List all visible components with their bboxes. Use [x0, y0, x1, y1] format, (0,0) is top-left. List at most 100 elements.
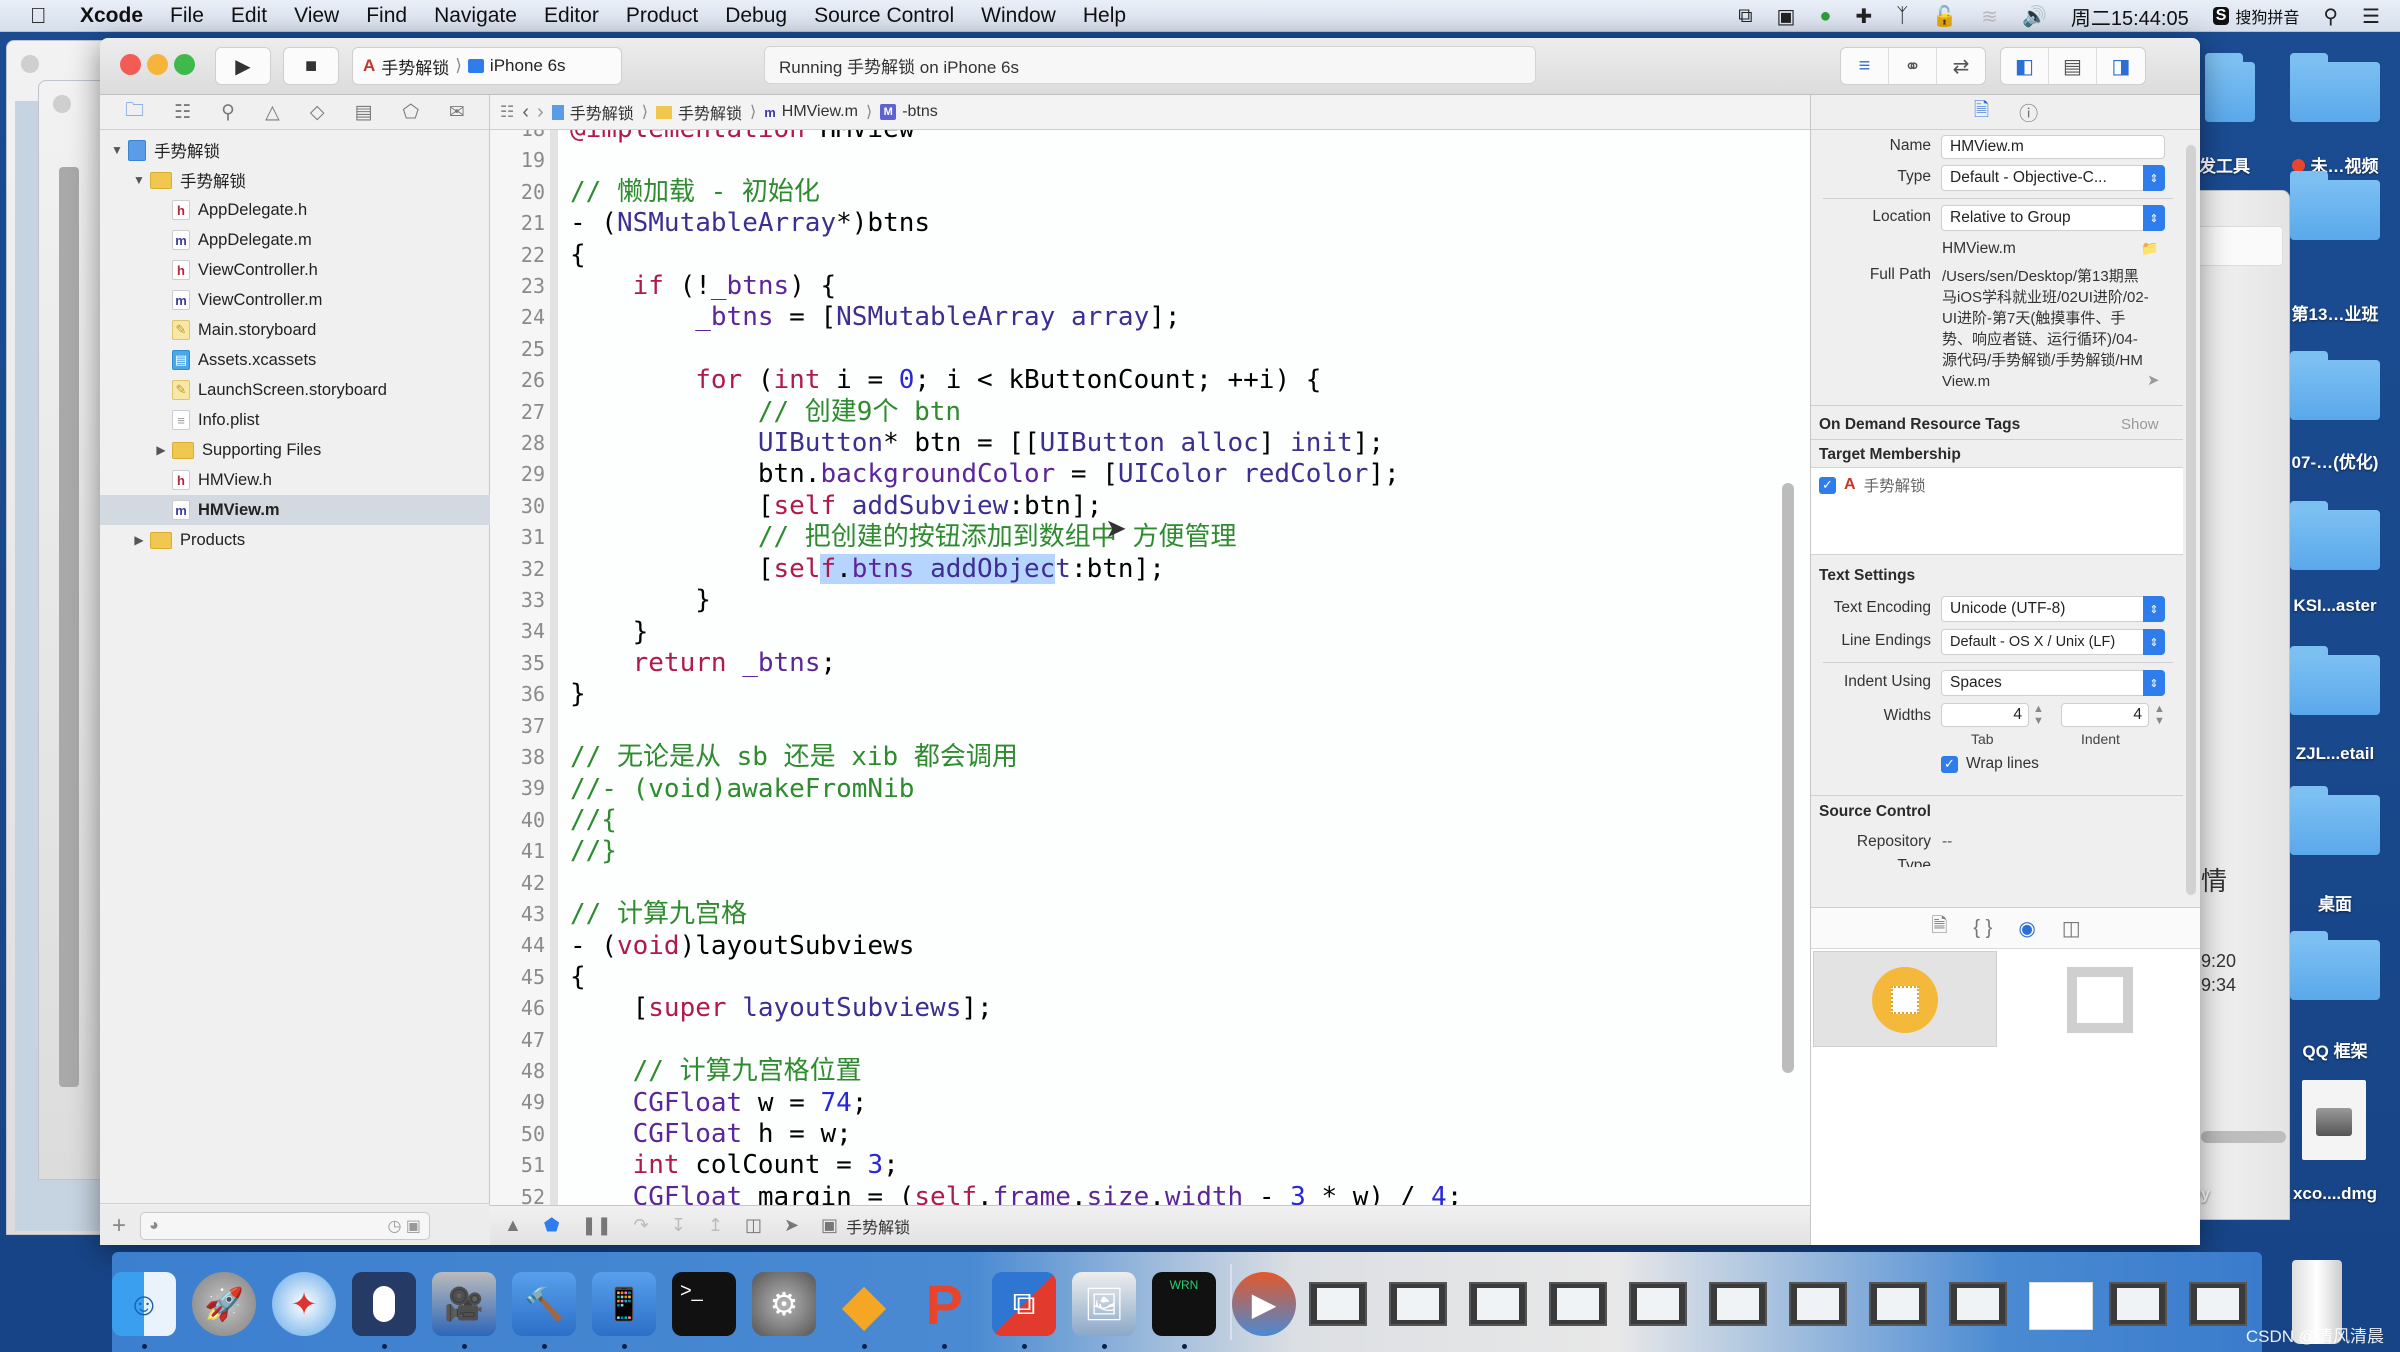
tab-width-field[interactable]: 4 — [1941, 703, 2029, 727]
report-navigator-icon[interactable]: ✉ — [449, 101, 465, 124]
library-item-view[interactable] — [2001, 951, 2185, 1047]
desktop-folder-icon[interactable] — [2290, 171, 2380, 240]
desktop-folder-icon[interactable] — [2290, 53, 2380, 122]
dmg-file-icon[interactable] — [2302, 1080, 2366, 1160]
window-scrollbar[interactable] — [2201, 1131, 2286, 1143]
desktop-folder-icon[interactable] — [2205, 53, 2255, 122]
disclosure-collapsed-icon[interactable]: ▶ — [132, 533, 146, 547]
code-line[interactable]: //} — [570, 836, 1462, 867]
dock-console-icon[interactable]: WRN — [1152, 1272, 1216, 1336]
dock-terminal-icon[interactable]: >_ — [672, 1272, 736, 1336]
dock-preview-icon[interactable]: 🖼 — [1072, 1272, 1136, 1336]
code-line[interactable]: _btns = [NSMutableArray array]; — [570, 302, 1462, 333]
desktop-folder-icon[interactable] — [2290, 501, 2380, 570]
navigator-toggle-icon[interactable]: ◧ — [2001, 48, 2049, 84]
reveal-folder-icon[interactable]: 📁 — [2141, 240, 2158, 257]
code-line[interactable]: - (NSMutableArray*)btns — [570, 208, 1462, 239]
file-inspector-icon[interactable]: 🗎 — [1974, 96, 1989, 128]
screen-mirror-icon[interactable]: ⧉ — [1738, 5, 1752, 28]
menu-window[interactable]: Window — [981, 4, 1056, 28]
navigator-item[interactable]: ▤ Assets.xcassets — [100, 345, 490, 375]
navigator-filter-input[interactable]: ◕ ◷ ▣ — [140, 1211, 431, 1240]
find-navigator-icon[interactable]: ⚲ — [221, 101, 235, 124]
breadcrumb-project[interactable]: 手势解锁 — [551, 100, 634, 124]
dock-minimized-window[interactable] — [2109, 1282, 2167, 1326]
pause-icon[interactable]: ❚❚ — [581, 1215, 611, 1236]
dock-minimized-window[interactable] — [2189, 1282, 2247, 1326]
menu-navigate[interactable]: Navigate — [434, 4, 517, 28]
code-line[interactable]: } — [570, 679, 1462, 710]
dock-minimized-window[interactable] — [1389, 1282, 1447, 1326]
code-line[interactable]: CGFloat h = w; — [570, 1119, 1462, 1150]
bluetooth-icon[interactable]: ᛉ — [1896, 5, 1908, 28]
notification-center-icon[interactable]: ☰ — [2362, 4, 2380, 29]
breadcrumb-group[interactable]: 手势解锁 — [655, 100, 742, 124]
code-line[interactable]: btn.backgroundColor = [UIColor redColor]… — [570, 459, 1462, 490]
navigator-item[interactable]: ▶ Products — [100, 525, 490, 555]
run-button[interactable]: ▶ — [215, 47, 271, 85]
step-over-icon[interactable]: ↷ — [634, 1215, 649, 1236]
disclosure-expanded-icon[interactable]: ▼ — [132, 173, 146, 187]
code-line[interactable]: UIButton* btn = [[UIButton alloc] init]; — [570, 428, 1462, 459]
version-editor-icon[interactable]: ⇄ — [1937, 48, 1985, 84]
menu-help[interactable]: Help — [1083, 4, 1126, 28]
object-library-icon[interactable]: ◉ — [2018, 916, 2035, 941]
menu-editor[interactable]: Editor — [544, 4, 599, 28]
file-template-library-icon[interactable]: 🗎 — [1931, 911, 1947, 945]
code-line[interactable]: // 把创建的按钮添加到数组中 方便管理 — [570, 522, 1462, 553]
inspector-scrollbar[interactable] — [2186, 145, 2196, 895]
menu-product[interactable]: Product — [626, 4, 698, 28]
breakpoint-navigator-icon[interactable]: ⬠ — [402, 101, 419, 124]
code-folding-ribbon[interactable] — [550, 130, 558, 1238]
navigator-item[interactable]: ≡ Info.plist — [100, 405, 490, 435]
code-text[interactable]: @implementation HMView // 懒加载 - 初始化- (NS… — [570, 130, 1462, 1213]
code-line[interactable]: //{ — [570, 805, 1462, 836]
breadcrumb-method[interactable]: M -btns — [880, 103, 938, 121]
dock-mouse-app-icon[interactable] — [352, 1272, 416, 1336]
code-line[interactable] — [570, 868, 1462, 899]
navigator-item[interactable]: ▼ 手势解锁 — [100, 135, 490, 165]
quick-help-icon[interactable]: ⓘ — [2019, 99, 2038, 126]
library-item-view-controller[interactable] — [1813, 951, 1997, 1047]
dock-minimized-window[interactable] — [1469, 1282, 1527, 1326]
lock-icon[interactable]: 🔓 — [1932, 4, 1957, 29]
code-line[interactable]: { — [570, 962, 1462, 993]
line-endings-popup[interactable]: Default - OS X / Unix (LF) ⇕ — [1941, 629, 2165, 655]
menu-clock[interactable]: 周二15:44:05 — [2071, 2, 2189, 31]
breakpoints-toggle-icon[interactable]: ⬟ — [544, 1215, 560, 1236]
hide-debug-area-icon[interactable]: ▲ — [504, 1215, 522, 1236]
source-editor[interactable]: 18 19 20 21 22 23 24 25 26 27 28 29 30 31 32 33 34 35 36 37… — [490, 130, 1810, 1238]
code-line[interactable]: if (!_btns) { — [570, 271, 1462, 302]
code-line[interactable]: // 无论是从 sb 还是 xib 都会调用 — [570, 742, 1462, 773]
indent-using-popup[interactable]: Spaces ⇕ — [1941, 670, 2165, 696]
disclosure-expanded-icon[interactable]: ▼ — [110, 143, 124, 157]
code-line[interactable] — [570, 711, 1462, 742]
menu-edit[interactable]: Edit — [231, 4, 267, 28]
add-icon[interactable]: + — [112, 1212, 126, 1240]
desktop-folder-icon[interactable] — [2290, 931, 2380, 1000]
navigator-item[interactable]: m AppDelegate.m — [100, 225, 490, 255]
test-navigator-icon[interactable]: ◇ — [310, 101, 325, 124]
code-line[interactable]: // 创建9个 btn — [570, 397, 1462, 428]
dock-paw-icon[interactable]: P — [912, 1272, 976, 1336]
navigator-item[interactable]: h AppDelegate.h — [100, 195, 490, 225]
step-into-icon[interactable]: ↧ — [671, 1215, 686, 1236]
screen-record-icon[interactable]: ▣ — [1777, 4, 1796, 29]
close-window-button[interactable] — [120, 54, 141, 75]
code-line[interactable]: } — [570, 585, 1462, 616]
dock-minimized-window[interactable] — [1789, 1282, 1847, 1326]
dock-imovie-icon[interactable]: 🎥 — [432, 1272, 496, 1336]
wrap-lines-option[interactable]: ✓ Wrap lines — [1941, 755, 2039, 773]
step-out-icon[interactable]: ↥ — [708, 1215, 723, 1236]
odr-show-button[interactable]: Show — [2121, 416, 2159, 433]
desktop-folder-icon[interactable] — [2290, 786, 2380, 855]
related-items-icon[interactable]: ☷ — [500, 102, 514, 122]
breadcrumb-file[interactable]: m HMView.m — [764, 103, 858, 121]
dock-media-player-icon[interactable]: ▶ — [1232, 1272, 1296, 1336]
debug-target-label[interactable]: 手势解锁 — [846, 1214, 910, 1238]
dock-simulator-icon[interactable]: 📱 — [592, 1272, 656, 1336]
menu-find[interactable]: Find — [366, 4, 407, 28]
back-button[interactable]: ‹ — [522, 101, 529, 124]
stop-button[interactable]: ■ — [283, 47, 339, 85]
menu-debug[interactable]: Debug — [725, 4, 787, 28]
